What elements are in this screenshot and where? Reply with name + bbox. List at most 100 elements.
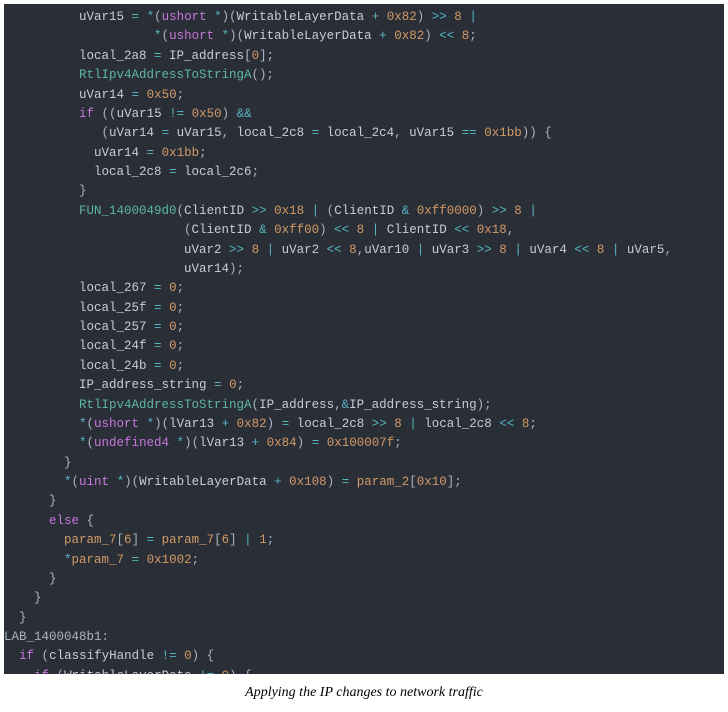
code-token: uVar14 [184, 262, 229, 276]
code-token: ; [394, 436, 402, 450]
code-token: >> [372, 417, 387, 431]
code-token [34, 649, 42, 663]
code-token: ; [237, 378, 245, 392]
code-token: ( [87, 436, 95, 450]
code-token: } [34, 591, 42, 605]
code-token [139, 88, 147, 102]
code-token: uVar2 [184, 243, 229, 257]
code-token: } [79, 184, 87, 198]
code-token: } [49, 572, 57, 586]
code-token: 0 [169, 339, 177, 353]
code-token: 0 [169, 359, 177, 373]
code-token [259, 243, 267, 257]
code-token: & [342, 398, 350, 412]
code-token: ]; [447, 475, 462, 489]
code-token: ; [252, 165, 260, 179]
code-token: 0x108 [289, 475, 327, 489]
code-token: + [274, 475, 282, 489]
code-token: ) [297, 436, 312, 450]
code-token [469, 223, 477, 237]
code-token: + [222, 417, 230, 431]
code-token: WritableLayerData [64, 669, 199, 674]
code-token: ( [154, 10, 162, 24]
code-token [169, 436, 177, 450]
code-token: uVar10 [364, 243, 417, 257]
code-token: ( [102, 126, 110, 140]
code-token [454, 29, 462, 43]
code-token [259, 436, 267, 450]
code-token [162, 359, 170, 373]
code-token: ) [319, 223, 334, 237]
code-token: ; [177, 339, 185, 353]
code-token: = [132, 10, 140, 24]
code-token: + [252, 436, 260, 450]
code-token: ( [184, 223, 192, 237]
code-token: 0xff00 [274, 223, 319, 237]
code-token: ; [267, 533, 275, 547]
code-token: , [507, 223, 515, 237]
code-token: )( [222, 10, 237, 24]
code-token: ( [72, 475, 80, 489]
code-token: else [49, 514, 79, 528]
code-token: | [529, 204, 537, 218]
code-token: 0x1bb [484, 126, 522, 140]
code-token: ); [229, 262, 244, 276]
code-token: ) [424, 29, 439, 43]
code-token: WritableLayerData [237, 10, 372, 24]
code-token: != [162, 649, 177, 663]
code-token: 0 [252, 49, 260, 63]
code-token [207, 10, 215, 24]
code-content: uVar15 = *(ushort *)(WritableLayerData +… [4, 10, 672, 674]
code-token: ClientID [184, 204, 252, 218]
code-token: (); [252, 68, 275, 82]
code-token: ); [477, 398, 492, 412]
code-token [162, 320, 170, 334]
code-token: * [147, 10, 155, 24]
code-token: ]; [259, 49, 274, 63]
code-token: ) { [229, 669, 252, 674]
code-token: uVar14 [109, 126, 162, 140]
code-token: * [154, 29, 162, 43]
code-token: ClientID [192, 223, 260, 237]
code-token: << [574, 243, 589, 257]
code-token: 0 [169, 281, 177, 295]
code-token: uVar4 [522, 243, 575, 257]
code-token: = [154, 281, 162, 295]
code-token [409, 204, 417, 218]
code-token: = [147, 146, 155, 160]
code-token: = [214, 378, 222, 392]
code-token [589, 243, 597, 257]
code-token: * [222, 29, 230, 43]
code-token [244, 243, 252, 257]
code-token: 8 [349, 243, 357, 257]
code-token: } [19, 611, 27, 625]
code-token: uVar3 [424, 243, 477, 257]
code-token [109, 475, 117, 489]
code-token: local_2c6 [177, 165, 252, 179]
code-token: != [199, 669, 214, 674]
code-token: )( [229, 29, 244, 43]
code-token: * [64, 553, 72, 567]
code-token: ushort [169, 29, 214, 43]
code-token: } [49, 494, 57, 508]
code-token [139, 10, 147, 24]
code-token [222, 378, 230, 392]
code-token: 8 [514, 204, 522, 218]
code-token: 8 [454, 10, 462, 24]
code-token: ClientID [334, 204, 402, 218]
code-token: 8 [499, 243, 507, 257]
code-token: * [64, 475, 72, 489]
code-token: , [394, 126, 409, 140]
code-token: >> [492, 204, 507, 218]
code-token [267, 223, 275, 237]
code-token: * [147, 417, 155, 431]
code-token: , [334, 398, 342, 412]
code-token: = [312, 126, 320, 140]
code-token: param_7 [72, 553, 125, 567]
code-token: & [259, 223, 267, 237]
code-token: 0x1002 [147, 553, 192, 567]
code-token: param_7 [64, 533, 117, 547]
code-token: 0 [169, 301, 177, 315]
code-token: * [214, 10, 222, 24]
code-token: uVar2 [274, 243, 327, 257]
